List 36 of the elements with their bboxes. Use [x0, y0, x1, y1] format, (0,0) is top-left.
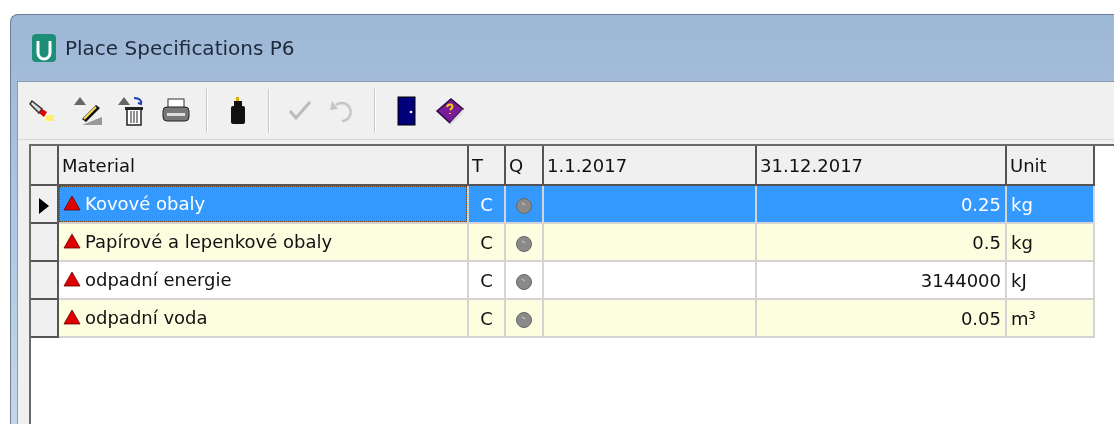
- warning-triangle-icon: [63, 271, 81, 288]
- table-cell-text: odpadní energie: [85, 267, 232, 292]
- status-dot-icon: [515, 196, 533, 215]
- table-cell-text: odpadní voda: [85, 305, 208, 330]
- table-cell: kg: [1011, 231, 1033, 253]
- status-dot-icon: [515, 234, 533, 253]
- table-cell-text: Kovové obaly: [85, 191, 206, 216]
- window-title: Place Specifications P6: [65, 35, 295, 62]
- column-header[interactable]: Q: [505, 146, 543, 185]
- table-cell: kg: [1011, 193, 1033, 215]
- warning-triangle-icon: [63, 233, 81, 250]
- column-header[interactable]: T: [468, 146, 505, 185]
- column-header[interactable]: Unit: [1006, 146, 1094, 185]
- table-cell: C: [480, 231, 493, 253]
- column-header[interactable]: 31.12.2017: [756, 146, 1006, 185]
- row-pointer-icon: [38, 196, 50, 215]
- status-dot-icon: [515, 272, 533, 291]
- warning-triangle-icon: [63, 309, 81, 326]
- column-header[interactable]: 1.1.2017: [543, 146, 756, 185]
- table-cell-text: Papírové a lepenkové obaly: [85, 229, 333, 254]
- table-cell: kJ: [1011, 269, 1027, 291]
- table-cell: 0.05: [960, 307, 1001, 329]
- table-cell: C: [480, 307, 493, 329]
- table-cell: 3144000: [920, 269, 1001, 291]
- warning-triangle-icon: [63, 195, 81, 212]
- table-cell: C: [480, 269, 493, 291]
- app-logo-icon: [31, 33, 57, 63]
- status-dot-icon: [515, 310, 533, 329]
- table-row[interactable]: Papírové a lepenkové obaly C 0.5 kg: [31, 223, 1094, 261]
- table-cell: m³: [1011, 307, 1036, 329]
- table-cell: C: [480, 193, 493, 215]
- column-header[interactable]: Material: [58, 146, 468, 185]
- table-cell: 0.25: [960, 193, 1001, 215]
- table-row[interactable]: odpadní voda C 0.05 m³: [31, 299, 1094, 337]
- table-row[interactable]: odpadní energie C 3144000 kJ: [31, 261, 1094, 299]
- table-cell: 0.5: [972, 231, 1001, 253]
